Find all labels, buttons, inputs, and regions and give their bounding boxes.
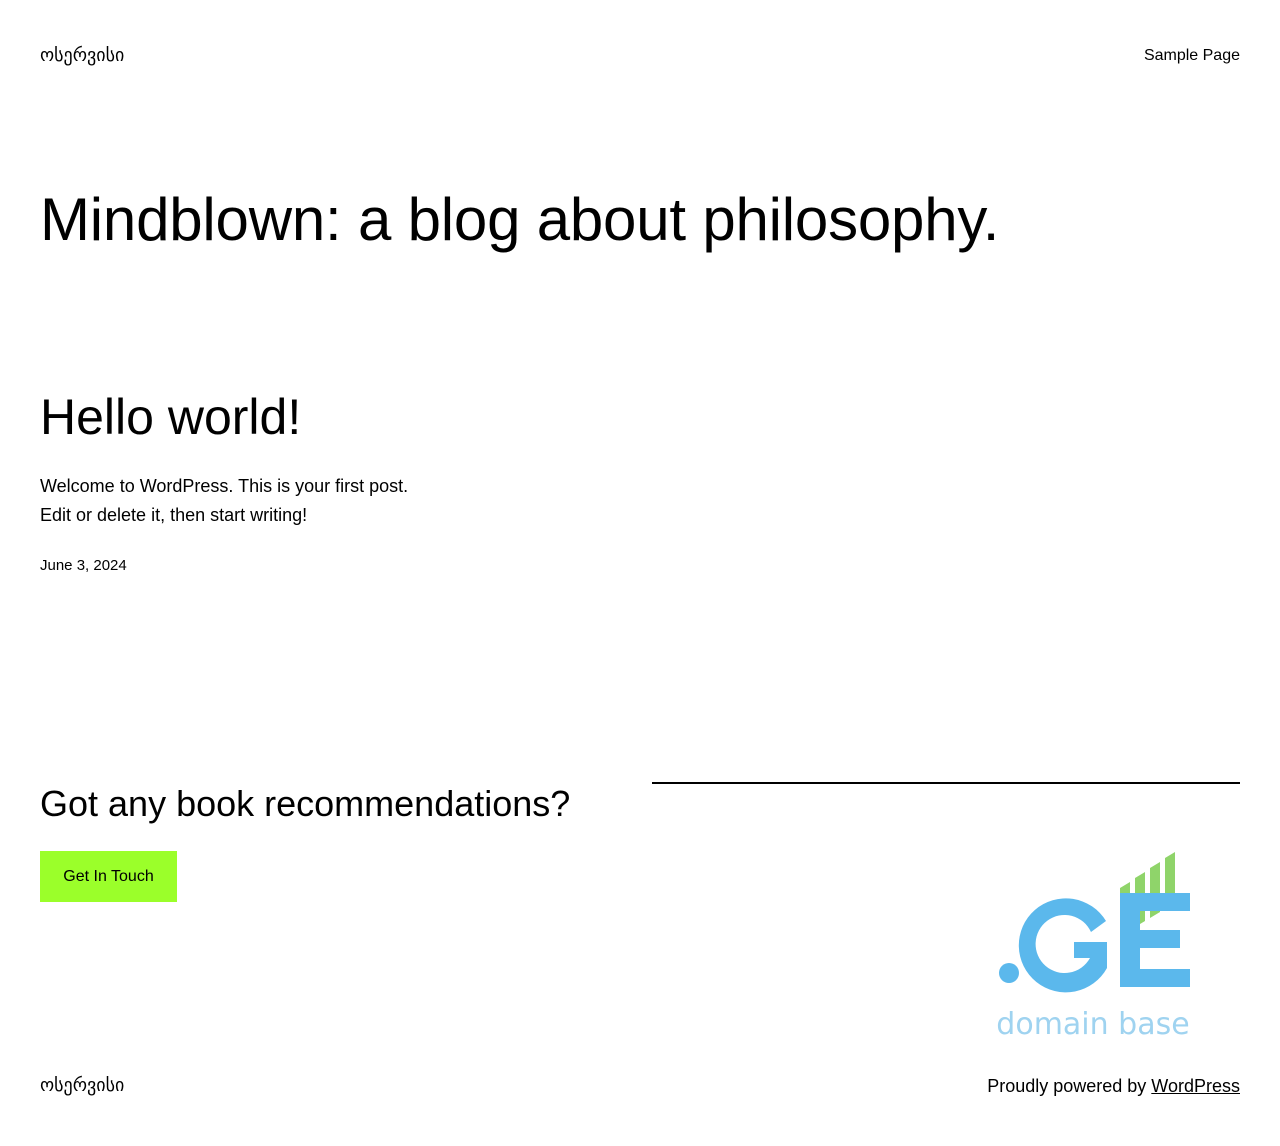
powered-by: Proudly powered by WordPress	[987, 1074, 1240, 1098]
domain-base-logo: domain base	[996, 852, 1190, 1042]
cta-heading: Got any book recommendations?	[40, 783, 571, 824]
post-title-link[interactable]: Hello world!	[40, 389, 301, 445]
get-in-touch-button[interactable]: Get In Touch	[40, 851, 177, 902]
powered-by-text: Proudly powered by	[987, 1076, 1152, 1096]
footer-site-title[interactable]: ოსერვისი	[40, 1074, 124, 1098]
page-title: Mindblown: a blog about philosophy.	[40, 186, 1000, 253]
wordpress-link[interactable]: WordPress	[1151, 1076, 1240, 1096]
logo-tagline: domain base	[996, 1007, 1189, 1042]
post-excerpt: Welcome to WordPress. This is your first…	[40, 476, 409, 525]
post-date: June 3, 2024	[40, 557, 127, 574]
post-title: Hello world!	[40, 385, 301, 449]
site-title[interactable]: ოსერვისი	[40, 44, 124, 68]
nav-item-sample-page[interactable]: Sample Page	[1144, 46, 1240, 66]
separator	[652, 782, 1240, 784]
